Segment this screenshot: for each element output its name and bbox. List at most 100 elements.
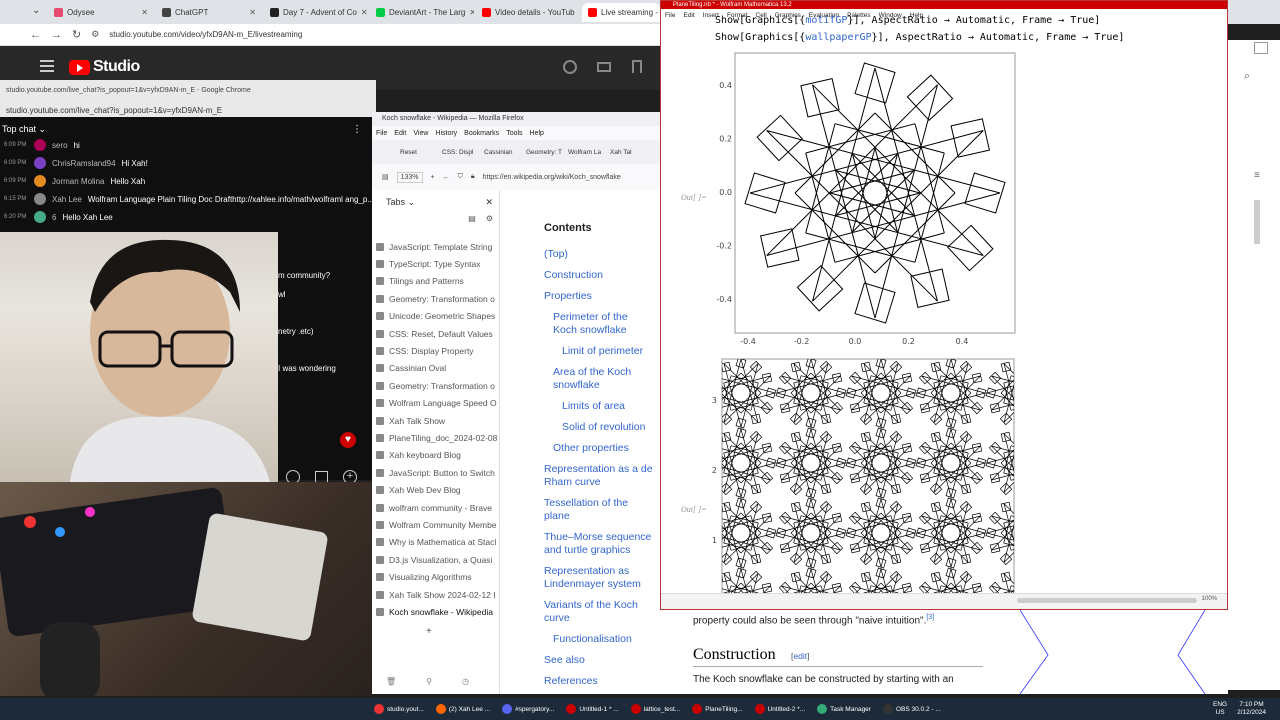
- input-cell-1[interactable]: Show[Graphics[{motifGP}], AspectRatio → …: [715, 15, 1100, 26]
- chat-message[interactable]: 6:09 PM sero hi: [0, 136, 376, 154]
- sidebar-tab-item[interactable]: Unicode: Geometric Shapes: [372, 308, 499, 325]
- heart-icon[interactable]: ♥: [340, 432, 356, 448]
- sidebar-tab-item[interactable]: Visualizing Algorithms: [372, 568, 499, 585]
- taskbar-item[interactable]: Untitled-2 *...: [751, 700, 810, 718]
- menu-item[interactable]: Edit: [683, 12, 694, 19]
- mathematica-zoom[interactable]: 100%: [1202, 596, 1217, 602]
- taskbar-item[interactable]: PlaneTiling...: [688, 700, 746, 718]
- browser-tab[interactable]: ChatGPT ✕: [156, 3, 260, 22]
- top-chat-dropdown[interactable]: Top chat ⌄: [2, 124, 46, 135]
- firefox-tab[interactable]: Wolfram La: [568, 149, 606, 156]
- back-icon[interactable]: ←: [443, 174, 450, 181]
- sidebar-tab-item[interactable]: TypeScript: Type Syntax: [372, 255, 499, 272]
- menu-item[interactable]: Edit: [394, 130, 406, 137]
- sidebar-tab-item[interactable]: wolfram community - Brave: [372, 499, 499, 516]
- toc-item[interactable]: Perimeter of the Koch snowflake: [544, 311, 654, 337]
- browser-tab[interactable]: Day 7 - Advent of Co ✕: [264, 3, 368, 22]
- chat-message[interactable]: 6:09 PM ChrisRamsland94 Hi Xah!: [0, 154, 376, 172]
- chevron-down-icon[interactable]: ⌄: [32, 5, 40, 16]
- gear-icon[interactable]: ⚙: [486, 214, 493, 238]
- sidebar-tab-item[interactable]: JavaScript: Button to Switch: [372, 464, 499, 481]
- toc-item[interactable]: Construction: [544, 269, 654, 282]
- close-icon[interactable]: ✕: [249, 8, 256, 17]
- sidebar-tab-item[interactable]: Xah Talk Show 2024-02-12 I: [372, 586, 499, 603]
- toc-item[interactable]: Thue–Morse sequence and turtle graphics: [544, 531, 654, 557]
- browser-tab[interactable]: DeviantArt - The Larg ✕: [370, 3, 474, 22]
- pin-icon[interactable]: ⚲: [426, 677, 432, 686]
- chat-author[interactable]: Jorman Molina: [52, 177, 104, 186]
- sidebar-tab-item[interactable]: Wolfram Language Speed O: [372, 395, 499, 412]
- firefox-tab[interactable]: Reset: [400, 149, 438, 156]
- close-icon[interactable]: ✕: [469, 8, 474, 17]
- firefox-tab[interactable]: Geometry: T: [526, 149, 564, 156]
- menu-item[interactable]: Tools: [506, 130, 522, 137]
- taskbar-item[interactable]: OBS 30.0.2 - ...: [879, 700, 945, 718]
- search-icon[interactable]: ⌕: [1244, 70, 1250, 83]
- menu-icon[interactable]: ≡: [1254, 170, 1260, 181]
- input-cell-2[interactable]: Show[Graphics[{wallpaperGP}], AspectRati…: [715, 32, 1124, 43]
- zoom-level[interactable]: 133%: [396, 171, 423, 183]
- close-icon[interactable]: ✕: [361, 8, 368, 17]
- chat-author[interactable]: ChrisRamsland94: [52, 159, 116, 168]
- sidebar-tab-item[interactable]: Xah keyboard Blog: [372, 447, 499, 464]
- browser-tab-active[interactable]: Live streaming - YouTu: [582, 3, 660, 22]
- toc-item[interactable]: Functionalisation: [544, 633, 654, 646]
- chat-author[interactable]: 6: [52, 213, 56, 222]
- toc-item[interactable]: Area of the Koch snowflake: [544, 366, 654, 392]
- url-field[interactable]: studio.youtube.com/video/yfxD9AN-m_E/liv…: [109, 30, 302, 39]
- toc-item[interactable]: (Top): [544, 248, 654, 261]
- horizontal-scrollbar[interactable]: [1017, 598, 1197, 603]
- sidebar-tab-item[interactable]: Why is Mathematica at Stacl: [372, 534, 499, 551]
- chat-message[interactable]: 6:20 PM 6 Hello Xah Lee: [0, 208, 376, 226]
- sidebar-tab-item[interactable]: Xah Web Dev Blog: [372, 481, 499, 498]
- firefox-tab[interactable]: CSS: Displ: [442, 149, 480, 156]
- toc-item[interactable]: Solid of revolution: [544, 421, 654, 434]
- site-settings-icon[interactable]: ⚙: [91, 29, 99, 40]
- menu-item[interactable]: Bookmarks: [464, 130, 499, 137]
- vertical-scrollbar[interactable]: [1254, 200, 1260, 244]
- more-options-icon[interactable]: ⋮: [352, 124, 362, 135]
- clock-date[interactable]: 2/12/2024: [1237, 709, 1266, 717]
- url-field[interactable]: https://en.wikipedia.org/wiki/Koch_snowf…: [483, 174, 621, 181]
- sidebar-tab-item[interactable]: Wolfram Community Membe: [372, 516, 499, 533]
- close-icon[interactable]: ✕: [141, 8, 148, 17]
- chat-author[interactable]: sero: [52, 141, 68, 150]
- taskbar-item[interactable]: Task Manager: [813, 700, 875, 718]
- toc-item[interactable]: Other properties: [544, 442, 654, 455]
- chat-message[interactable]: 6:09 PM Jorman Molina Hello Xah: [0, 172, 376, 190]
- sidebar-tab-item[interactable]: Xah Talk Show: [372, 412, 499, 429]
- toc-item[interactable]: Limits of area: [544, 400, 654, 413]
- reload-icon[interactable]: ↻: [72, 28, 81, 41]
- menu-item[interactable]: View: [413, 130, 428, 137]
- browser-tab[interactable]: Video details - YouTub ✕: [476, 3, 580, 22]
- toc-item[interactable]: Representation as Lindenmayer system: [544, 565, 654, 591]
- tabs-sidebar-header[interactable]: Tabs ⌄: [386, 197, 415, 208]
- back-icon[interactable]: ←: [30, 29, 41, 41]
- taskbar-item[interactable]: lattice_test...: [627, 700, 685, 718]
- bookmark-icon[interactable]: [632, 60, 642, 73]
- sidebar-tab-item[interactable]: CSS: Reset, Default Values: [372, 325, 499, 342]
- taskbar-item[interactable]: Untitled-1 * ...: [562, 700, 622, 718]
- menu-icon[interactable]: [40, 60, 54, 72]
- taskbar-item[interactable]: #spergatory...: [498, 700, 558, 718]
- sidebar-tab-item[interactable]: CSS: Display Property: [372, 342, 499, 359]
- broadcast-icon[interactable]: [563, 60, 577, 74]
- language-indicator[interactable]: ENG: [1213, 701, 1227, 709]
- toc-item[interactable]: Variants of the Koch curve: [544, 599, 654, 625]
- history-icon[interactable]: ◷: [462, 677, 469, 686]
- screen-icon[interactable]: [597, 62, 611, 72]
- wiki-edit-link[interactable]: edit: [793, 651, 807, 661]
- sidebar-tab-item[interactable]: JavaScript: Template String: [372, 238, 499, 255]
- sidebar-tab-item[interactable]: Geometry: Transformation o: [372, 290, 499, 307]
- toc-item[interactable]: References: [544, 675, 654, 688]
- wiki-ref-link[interactable]: [3]: [926, 614, 934, 621]
- toc-item[interactable]: Limit of perimeter: [544, 345, 654, 358]
- firefox-tab[interactable]: Cassinian: [484, 149, 522, 156]
- menu-item[interactable]: File: [376, 130, 387, 137]
- sidebar-tab-item[interactable]: Tilings and Patterns: [372, 273, 499, 290]
- clock-time[interactable]: 7:10 PM: [1237, 701, 1266, 709]
- forward-icon[interactable]: →: [51, 29, 62, 41]
- chat-message[interactable]: 6:15 PM Xah Lee Wolfram Language Plain Til…: [0, 190, 376, 208]
- taskbar-item[interactable]: (2) Xah Lee ...: [432, 700, 494, 718]
- trash-icon[interactable]: 🗑︎: [386, 677, 396, 686]
